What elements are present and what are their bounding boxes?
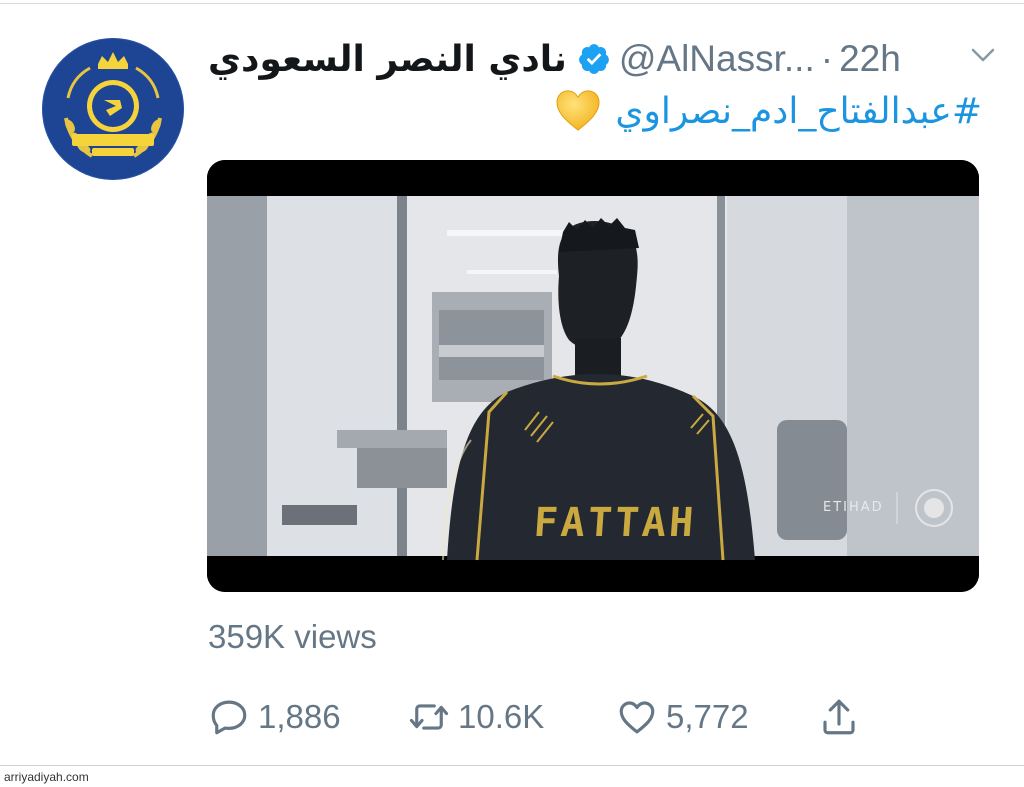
hashtag-link[interactable]: #عبدالفتاح_ادم_نصراوي <box>615 91 982 132</box>
chevron-down-icon[interactable] <box>968 40 998 70</box>
tweet-screenshot: نادي النصر السعودي @AlNassr... · 22h #عب… <box>0 0 1024 787</box>
display-name[interactable]: نادي النصر السعودي <box>208 39 567 80</box>
tweet-header: نادي النصر السعودي @AlNassr... · 22h <box>208 34 998 84</box>
verified-badge-icon <box>578 44 609 74</box>
top-divider <box>0 3 1024 4</box>
heart-icon <box>619 701 655 734</box>
reply-count: 1,886 <box>258 698 341 735</box>
tweet-actions: 1,886 10.6K 5,772 <box>208 693 908 741</box>
view-count: 359K views <box>208 618 377 655</box>
share-button[interactable] <box>818 693 860 741</box>
club-crest-icon <box>42 38 184 180</box>
jersey-name: FATTAH <box>532 500 698 546</box>
user-handle[interactable]: @AlNassr... <box>619 38 815 80</box>
separator-dot: · <box>820 38 834 79</box>
yellow-heart-icon <box>556 90 600 131</box>
sponsor-logo: ETIHAD <box>823 500 884 515</box>
reply-button[interactable]: 1,886 <box>208 693 341 741</box>
retweet-icon <box>409 704 449 730</box>
share-icon <box>823 699 855 735</box>
like-count: 5,772 <box>666 698 749 735</box>
retweet-count: 10.6K <box>458 698 545 735</box>
like-button[interactable]: 5,772 <box>616 693 749 741</box>
retweet-button[interactable]: 10.6K <box>408 693 544 741</box>
tweet-text: #عبدالفتاح_ادم_نصراوي <box>520 86 982 136</box>
club-avatar[interactable] <box>42 38 184 180</box>
reply-icon <box>211 700 247 735</box>
bottom-divider <box>0 765 1024 766</box>
timestamp[interactable]: 22h <box>839 38 901 80</box>
source-watermark: arriyadiyah.com <box>4 770 89 784</box>
video-player[interactable]: FATTAH ETIHAD <box>207 160 979 592</box>
